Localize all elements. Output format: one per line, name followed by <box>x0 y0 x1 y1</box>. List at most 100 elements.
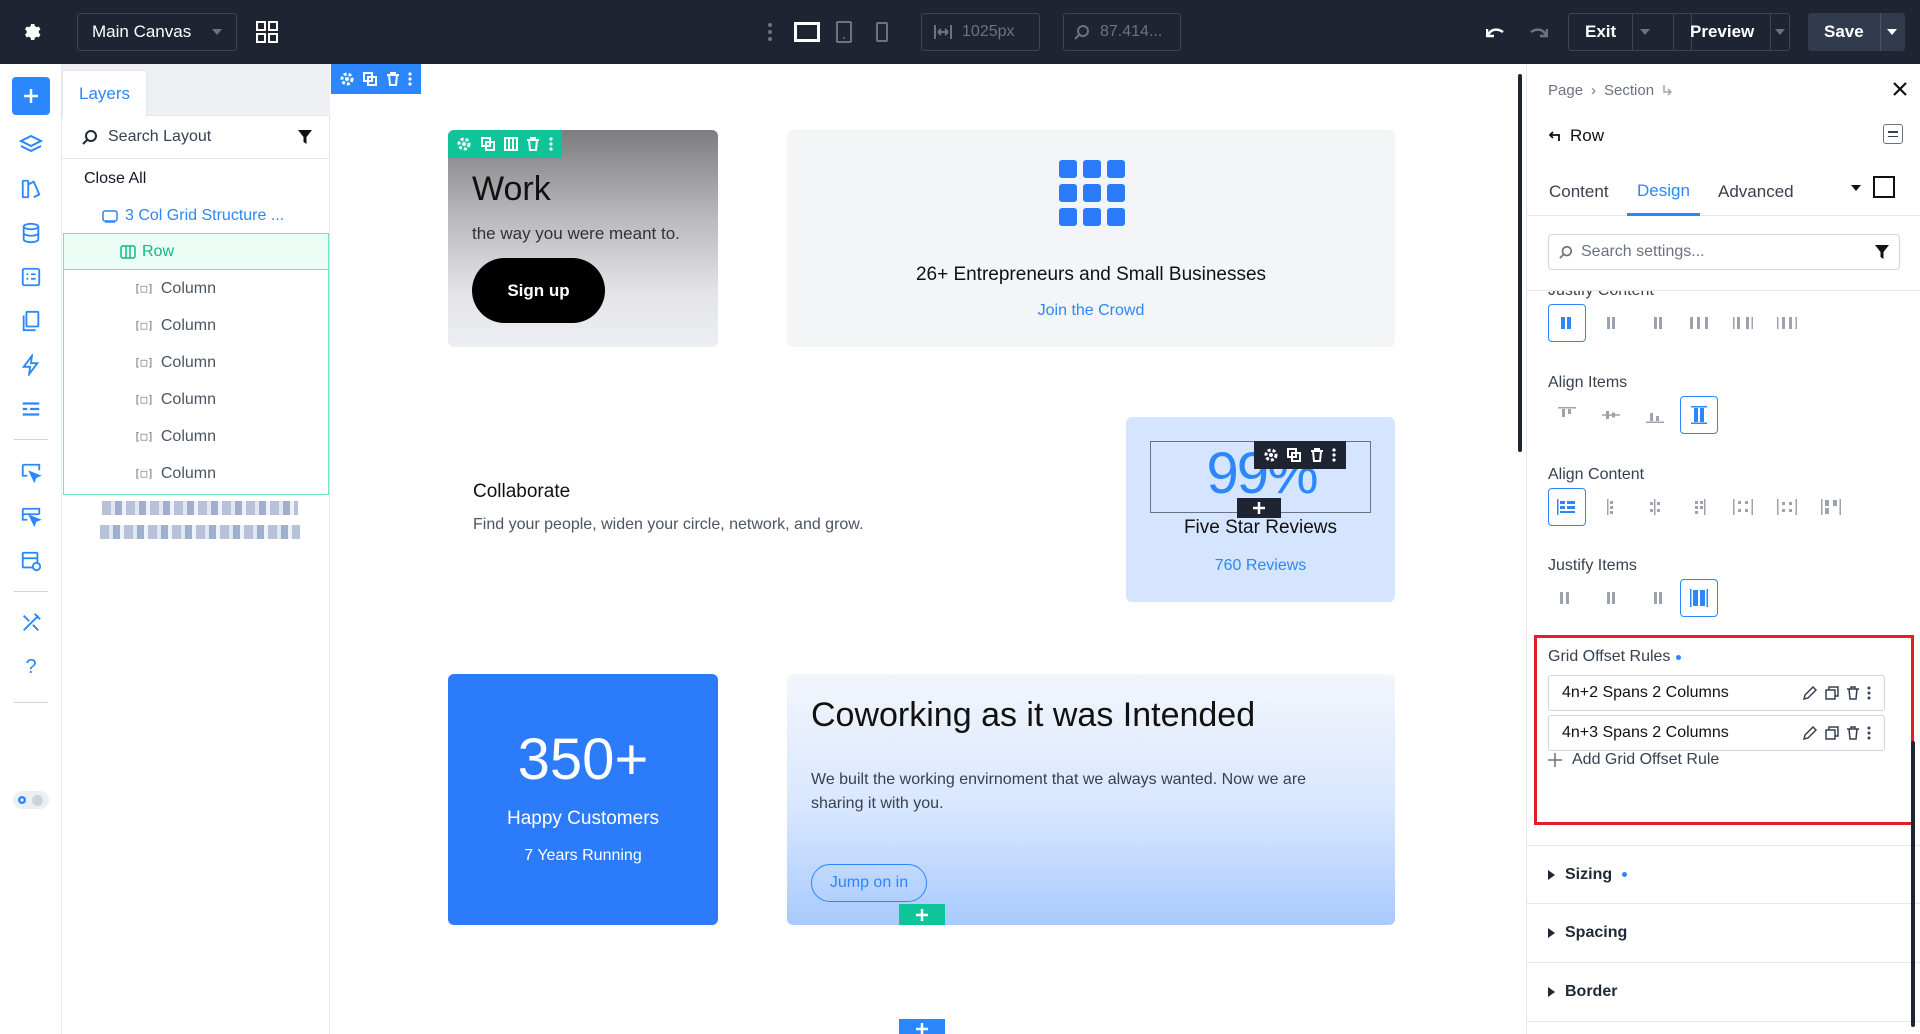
more-vertical-icon[interactable] <box>1867 726 1871 740</box>
design-library-icon[interactable] <box>12 170 50 208</box>
preset-manager-icon[interactable] <box>12 542 50 580</box>
list-structure-icon[interactable] <box>12 390 50 428</box>
close-all-link[interactable]: Close All <box>84 161 146 197</box>
accordion-spacing[interactable]: Spacing <box>1527 904 1920 963</box>
justify-space-evenly-icon[interactable] <box>1768 304 1806 342</box>
more-vertical-icon[interactable] <box>1332 448 1336 462</box>
tab-layers[interactable]: Layers <box>62 70 147 117</box>
more-vertical-icon[interactable] <box>549 137 553 151</box>
justify-items-start-icon[interactable] <box>1548 579 1586 617</box>
jump-on-in-button[interactable]: Jump on in <box>811 864 927 902</box>
pages-icon[interactable] <box>12 302 50 340</box>
edit-icon[interactable] <box>1803 726 1817 740</box>
chevron-down-icon[interactable] <box>1879 13 1904 51</box>
tab-advanced[interactable]: Advanced <box>1718 168 1794 216</box>
cursor-multi-select-icon[interactable] <box>12 498 50 536</box>
filter-icon[interactable] <box>298 130 312 144</box>
tree-item-section[interactable]: 3 Col Grid Structure ... <box>102 197 284 234</box>
duplicate-icon[interactable] <box>363 72 378 86</box>
accordion-sizing[interactable]: Sizing <box>1527 845 1920 904</box>
tree-item-column[interactable]: [□] Column <box>134 307 216 344</box>
trash-icon[interactable] <box>1847 726 1859 740</box>
breadcrumb-page[interactable]: Page <box>1548 82 1583 99</box>
more-vertical-icon[interactable] <box>764 0 776 64</box>
tree-item-column[interactable]: [□] Column <box>134 418 216 455</box>
tree-item-column[interactable]: [□] Column <box>134 381 216 418</box>
preview-button[interactable]: Preview <box>1673 13 1790 51</box>
add-module-button[interactable] <box>1237 498 1281 518</box>
settings-scrollbar[interactable] <box>1911 741 1915 1027</box>
save-button[interactable]: Save <box>1808 13 1905 51</box>
duplicate-icon[interactable] <box>1825 726 1839 740</box>
coworking-card[interactable]: Coworking as it was Intended We built th… <box>787 674 1395 925</box>
align-content-space-evenly-icon[interactable] <box>1768 488 1806 526</box>
justify-space-between-icon[interactable] <box>1680 304 1718 342</box>
trash-icon[interactable] <box>1310 448 1323 462</box>
tab-design[interactable]: Design <box>1627 168 1700 216</box>
canvas-select[interactable]: Main Canvas <box>77 13 237 51</box>
align-stretch-icon[interactable] <box>1680 396 1718 434</box>
justify-items-center-icon[interactable] <box>1592 579 1630 617</box>
more-vertical-icon[interactable] <box>1867 686 1871 700</box>
forms-icon[interactable] <box>12 258 50 296</box>
gear-icon[interactable] <box>340 72 354 86</box>
entrepreneurs-card[interactable]: 26+ Entrepreneurs and Small Businesses J… <box>787 130 1395 347</box>
align-content-space-around-icon[interactable] <box>1724 488 1762 526</box>
desktop-view-icon[interactable] <box>792 0 822 64</box>
collapse-panel-icon[interactable] <box>1883 124 1903 144</box>
canvas-scrollbar[interactable] <box>1518 74 1522 452</box>
reviews-card[interactable]: 99% Five Star Reviews 760 Reviews <box>1126 417 1395 602</box>
justify-space-around-icon[interactable] <box>1724 304 1762 342</box>
tablet-view-icon[interactable] <box>832 0 856 64</box>
join-crowd-link[interactable]: Join the Crowd <box>787 302 1395 320</box>
interactions-bolt-icon[interactable] <box>12 346 50 384</box>
align-content-start-icon[interactable] <box>1548 488 1586 526</box>
tree-item-row[interactable]: Row <box>63 233 329 270</box>
work-card[interactable]: Work the way you were meant to. Sign up <box>448 130 718 347</box>
trash-icon[interactable] <box>386 72 399 86</box>
align-content-end-icon[interactable] <box>1636 488 1674 526</box>
sign-up-button[interactable]: Sign up <box>472 258 605 323</box>
canvas-width-field[interactable]: 1025px <box>921 13 1040 51</box>
align-center-icon[interactable] <box>1592 396 1630 434</box>
help-icon[interactable]: ? <box>12 648 50 686</box>
justify-center-icon[interactable] <box>1592 304 1630 342</box>
chevron-down-icon[interactable] <box>1770 14 1789 50</box>
add-section-button[interactable] <box>899 1019 945 1034</box>
back-arrow-icon[interactable] <box>1548 130 1560 142</box>
gear-icon[interactable] <box>1264 448 1278 462</box>
builder-settings-icon[interactable] <box>0 0 62 64</box>
undo-icon[interactable] <box>1482 0 1510 64</box>
grid-offset-rule[interactable]: 4n+3 Spans 2 Columns <box>1548 715 1885 751</box>
add-element-button[interactable] <box>12 77 50 115</box>
chevron-down-icon[interactable] <box>1851 185 1861 191</box>
gear-icon[interactable] <box>457 137 471 151</box>
tab-content[interactable]: Content <box>1549 168 1609 216</box>
customers-stat-card[interactable]: 350+ Happy Customers 7 Years Running <box>448 674 718 925</box>
align-content-space-between-icon[interactable] <box>1680 488 1718 526</box>
tree-item-column[interactable]: [□] Column <box>134 455 216 492</box>
filter-icon[interactable] <box>1875 245 1889 259</box>
columns-icon[interactable] <box>503 137 518 151</box>
trash-icon[interactable] <box>1847 686 1859 700</box>
align-content-center-icon[interactable] <box>1592 488 1630 526</box>
trash-icon[interactable] <box>527 137 540 151</box>
layers-icon[interactable] <box>12 126 50 164</box>
align-start-icon[interactable] <box>1548 396 1586 434</box>
responsive-view-icon[interactable] <box>1873 176 1895 198</box>
redo-icon[interactable] <box>1524 0 1552 64</box>
more-vertical-icon[interactable] <box>408 72 412 86</box>
tree-item-column[interactable]: [□] Column <box>134 344 216 381</box>
duplicate-icon[interactable] <box>1825 686 1839 700</box>
settings-scroll-area[interactable]: Justify Content Align Items Align Conten… <box>1527 290 1920 1034</box>
layouts-grid-icon[interactable] <box>252 0 282 64</box>
add-grid-offset-rule-button[interactable]: Add Grid Offset Rule <box>1548 751 1719 769</box>
zoom-field[interactable]: 87.414... <box>1063 13 1181 51</box>
justify-start-icon[interactable] <box>1548 304 1586 342</box>
duplicate-icon[interactable] <box>480 137 495 151</box>
cursor-select-icon[interactable] <box>12 454 50 492</box>
layers-search-input[interactable] <box>108 128 288 146</box>
align-content-stretch-icon[interactable] <box>1812 488 1850 526</box>
duplicate-icon[interactable] <box>1287 448 1302 462</box>
theme-toggle[interactable] <box>13 791 49 809</box>
